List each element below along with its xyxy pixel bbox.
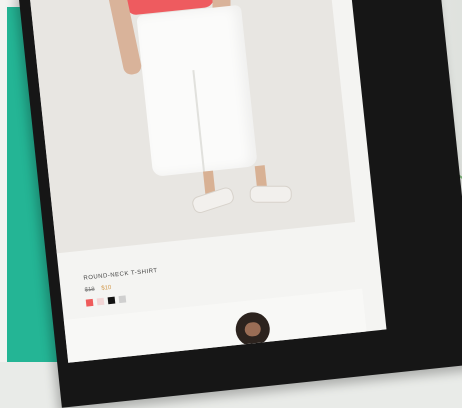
left-sandal	[190, 185, 236, 215]
swatch-gray[interactable]	[118, 295, 127, 304]
pants	[136, 4, 258, 177]
product-name: ROUND-NECK T-SHIRT	[83, 267, 158, 282]
old-price: $18	[84, 286, 96, 294]
sale-price: $10	[101, 284, 112, 292]
swatch-pink[interactable]	[96, 297, 105, 306]
product-price: $18 $10	[84, 285, 111, 294]
tablet: ROUND-NECK T-SHIRT $18 $10	[18, 0, 462, 408]
tablet-screen: ROUND-NECK T-SHIRT $18 $10	[30, 0, 387, 363]
color-swatches[interactable]	[85, 295, 127, 307]
swatch-red[interactable]	[85, 298, 94, 307]
swatch-black[interactable]	[107, 296, 116, 305]
product-photo	[30, 0, 356, 254]
right-sandal	[249, 185, 292, 203]
